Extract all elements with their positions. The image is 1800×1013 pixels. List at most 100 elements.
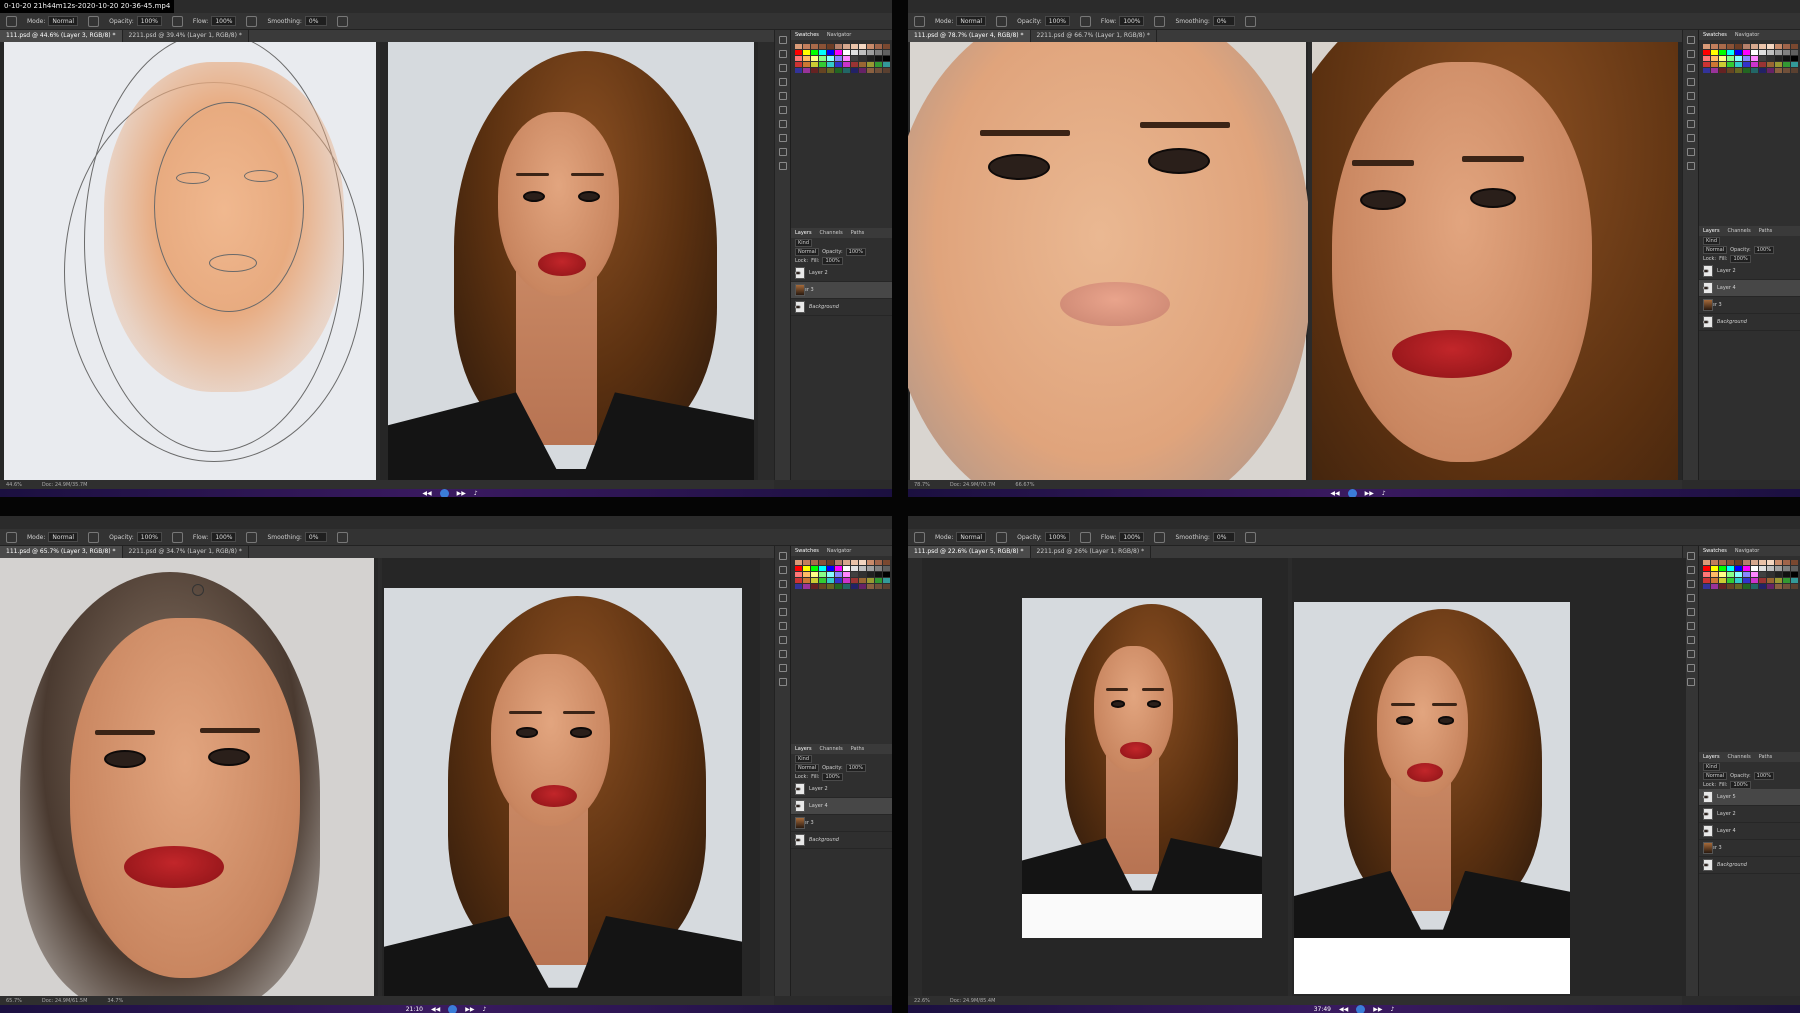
kind-filter[interactable]: Kind [795,754,813,763]
swatch[interactable] [835,56,842,61]
swatch[interactable] [795,566,802,571]
swatch[interactable] [803,584,810,589]
volume-icon[interactable]: ♪ [482,1006,486,1013]
swatch[interactable] [803,578,810,583]
history-icon[interactable] [1686,36,1695,44]
swatch[interactable] [883,50,890,55]
visibility-eye-icon[interactable] [1703,320,1709,324]
document-tab[interactable]: 2211.psd @ 26% (Layer 1, RGB/8) * [1031,546,1152,558]
swatch[interactable] [883,56,890,61]
swatch[interactable] [1719,578,1726,583]
swatch[interactable] [1703,44,1710,49]
visibility-eye-icon[interactable] [795,271,801,275]
pressure-icon[interactable] [88,15,100,27]
swatch[interactable] [819,62,826,67]
rewind-icon[interactable]: ◀◀ [422,490,431,497]
swatch[interactable] [811,68,818,73]
swatch[interactable] [835,566,842,571]
brush-settings-icon[interactable] [778,92,787,100]
swatch[interactable] [1783,62,1790,67]
swatch[interactable] [835,68,842,73]
swatch[interactable] [795,572,802,577]
swatch[interactable] [1743,50,1750,55]
tab-paths[interactable]: Paths [851,746,865,752]
fill-input[interactable]: 100% [1730,780,1751,789]
swatch[interactable] [803,50,810,55]
swatch[interactable] [1711,56,1718,61]
swatch[interactable] [851,584,858,589]
swatch[interactable] [1791,62,1798,67]
swatch[interactable] [859,560,866,565]
swatch[interactable] [1791,560,1798,565]
layer-row[interactable]: Layer 3 [791,282,892,299]
swatch[interactable] [811,50,818,55]
swatch[interactable] [835,578,842,583]
history-icon[interactable] [778,552,787,560]
opacity-input[interactable]: 100% [1044,532,1070,542]
layer-opacity-input[interactable]: 100% [845,247,866,256]
swatch[interactable] [1791,584,1798,589]
tab-layers[interactable]: Layers [1703,754,1720,760]
swatch[interactable] [819,560,826,565]
swatch[interactable] [851,44,858,49]
swatch[interactable] [1759,584,1766,589]
pressure-icon[interactable] [1154,531,1166,543]
document-tab[interactable]: 111.psd @ 44.6% (Layer 3, RGB/8) * [0,30,123,42]
tab-swatches[interactable]: Swatches [1703,32,1727,38]
swatch[interactable] [883,566,890,571]
history-icon[interactable] [1686,552,1695,560]
visibility-eye-icon[interactable] [795,804,801,808]
swatch[interactable] [1703,572,1710,577]
swatch[interactable] [867,578,874,583]
swatch[interactable] [1743,566,1750,571]
layer-row[interactable]: Layer 3 [1699,297,1800,314]
pressure-icon[interactable] [336,15,348,27]
pressure-icon[interactable] [1079,531,1091,543]
layer-row[interactable]: Layer 4 [791,798,892,815]
smoothing-input[interactable]: 0% [304,16,327,26]
pressure-icon[interactable] [246,15,258,27]
swatch[interactable] [1735,44,1742,49]
layer-opacity-input[interactable]: 100% [1753,245,1774,254]
swatch[interactable] [867,566,874,571]
swatch[interactable] [803,68,810,73]
swatch[interactable] [811,566,818,571]
layer-row[interactable]: Background [791,299,892,316]
play-icon[interactable] [778,50,787,58]
swatch[interactable] [795,44,802,49]
swatch[interactable] [1751,44,1758,49]
swatch[interactable] [1719,560,1726,565]
swatch[interactable] [1783,572,1790,577]
swatch[interactable] [1735,578,1742,583]
swatch[interactable] [1735,560,1742,565]
swatch[interactable] [795,50,802,55]
volume-icon[interactable]: ♪ [474,490,478,497]
clone-icon[interactable] [778,622,787,630]
swatch[interactable] [1751,578,1758,583]
swatch[interactable] [843,56,850,61]
swatch[interactable] [827,50,834,55]
swatch[interactable] [1775,572,1782,577]
visibility-eye-icon[interactable] [1703,829,1709,833]
opacity-input[interactable]: 100% [136,532,162,542]
swatch[interactable] [883,62,890,67]
character-icon[interactable] [778,636,787,644]
swatch[interactable] [827,56,834,61]
blend-mode-select[interactable]: Normal [795,247,820,256]
swatch[interactable] [1735,50,1742,55]
tab-navigator[interactable]: Navigator [1735,548,1759,554]
glyphs-icon[interactable] [1686,162,1695,170]
swatch[interactable] [1727,578,1734,583]
tab-navigator[interactable]: Navigator [827,32,851,38]
swatch[interactable] [1727,56,1734,61]
swatch[interactable] [835,44,842,49]
info-icon[interactable] [778,64,787,72]
swatch[interactable] [875,584,882,589]
swatch[interactable] [843,44,850,49]
swatch[interactable] [1743,68,1750,73]
swatch[interactable] [1743,62,1750,67]
blend-mode-select[interactable]: Normal [1703,245,1728,254]
smoothing-input[interactable]: 0% [1212,16,1235,26]
volume-icon[interactable]: ♪ [1382,490,1386,497]
adjust-icon[interactable] [778,664,787,672]
